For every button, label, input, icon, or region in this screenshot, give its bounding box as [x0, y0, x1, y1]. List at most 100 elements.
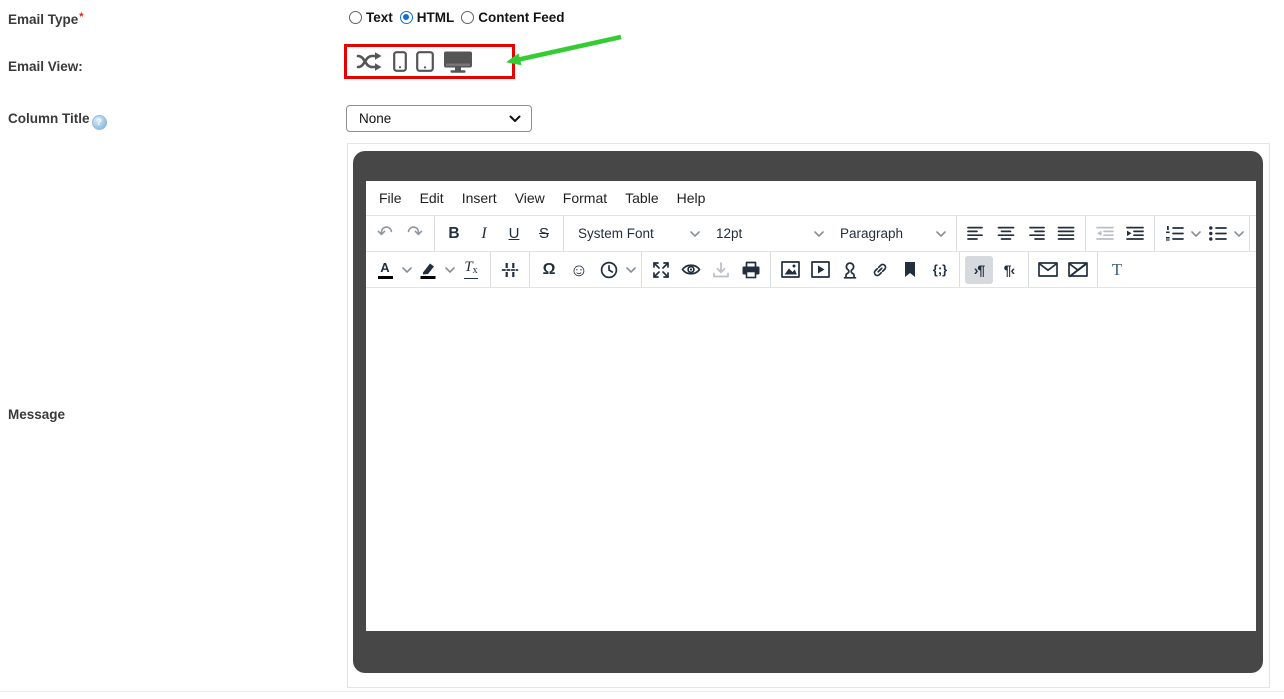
underline-icon: U	[509, 225, 520, 242]
outdent-button[interactable]	[1091, 220, 1119, 248]
shuffle-button[interactable]	[356, 51, 384, 72]
font-family-select[interactable]: System Font	[570, 220, 704, 248]
redo-button[interactable]: ↷	[401, 220, 429, 248]
page-bottom-divider	[0, 691, 1284, 692]
menu-insert[interactable]: Insert	[453, 185, 506, 211]
chevron-down-icon	[936, 231, 946, 237]
text-color-button[interactable]: A	[371, 256, 399, 284]
link-icon	[871, 261, 889, 279]
editor-toolbar-row1: ↶ ↷ B I U S System Font	[366, 216, 1256, 252]
rtl-button[interactable]: ¶‹	[995, 256, 1023, 284]
radio-option-content-feed-label[interactable]: Content Feed	[478, 10, 564, 25]
text-color-options-button[interactable]	[400, 256, 413, 284]
fullscreen-button[interactable]	[647, 256, 675, 284]
email-view-label: Email View:	[8, 59, 83, 74]
menu-format[interactable]: Format	[554, 185, 616, 211]
clear-formatting-icon: Tx	[464, 260, 477, 279]
code-sample-button[interactable]: {;}	[926, 256, 954, 284]
editor-toolbar-row2: A	[366, 252, 1256, 288]
print-button[interactable]	[737, 256, 765, 284]
link-button[interactable]	[866, 256, 894, 284]
ltr-button[interactable]: ›¶	[965, 256, 993, 284]
emoticon-button[interactable]: ☺	[565, 256, 593, 284]
email-type-label: Email Type*	[8, 11, 84, 27]
bookmark-icon	[903, 261, 917, 278]
radio-option-html[interactable]: HTML	[400, 10, 455, 25]
insert-datetime-button[interactable]	[595, 256, 623, 284]
horizontal-rule-button[interactable]	[496, 256, 524, 284]
save-button[interactable]	[707, 256, 735, 284]
align-justify-icon	[1057, 226, 1075, 241]
strikethrough-button[interactable]: S	[530, 220, 558, 248]
bullet-list-options-button[interactable]	[1232, 220, 1245, 248]
radio-icon[interactable]	[461, 11, 474, 24]
desktop-view-button[interactable]	[443, 51, 473, 73]
message-label: Message	[8, 407, 65, 422]
preview-button[interactable]	[677, 256, 705, 284]
radio-option-text[interactable]: Text	[349, 10, 393, 25]
direction-group: ›¶ ¶‹	[960, 252, 1029, 287]
mobile-view-button[interactable]	[393, 51, 407, 72]
special-character-button[interactable]: Ω	[535, 256, 563, 284]
menu-file[interactable]: File	[370, 185, 411, 211]
indent-icon	[1126, 226, 1144, 241]
radio-option-text-label[interactable]: Text	[366, 10, 393, 25]
bookmark-button[interactable]	[896, 256, 924, 284]
highlight-color-options-button[interactable]	[443, 256, 456, 284]
annotation-arrow-icon	[500, 28, 628, 70]
anchor-icon	[841, 261, 859, 279]
horizontal-rule-icon	[501, 261, 519, 279]
help-icon[interactable]: ?	[92, 115, 107, 130]
align-justify-button[interactable]	[1052, 220, 1080, 248]
editor-content-area[interactable]	[366, 288, 1256, 631]
text-icon: T	[1112, 260, 1122, 280]
monitor-icon	[443, 51, 473, 73]
align-left-button[interactable]	[962, 220, 990, 248]
media-button[interactable]	[806, 256, 834, 284]
font-size-select[interactable]: 12pt	[708, 220, 828, 248]
underline-button[interactable]: U	[500, 220, 528, 248]
highlight-color-button[interactable]	[414, 256, 442, 284]
menu-help[interactable]: Help	[668, 185, 715, 211]
menu-view[interactable]: View	[506, 185, 554, 211]
italic-button[interactable]: I	[470, 220, 498, 248]
email-button[interactable]	[1034, 256, 1062, 284]
radio-option-html-label[interactable]: HTML	[417, 10, 455, 25]
fullscreen-icon	[652, 261, 670, 279]
image-icon	[781, 261, 800, 278]
shuffle-icon	[356, 51, 384, 72]
indent-button[interactable]	[1121, 220, 1149, 248]
bullet-list-button[interactable]	[1203, 220, 1231, 248]
menu-edit[interactable]: Edit	[411, 185, 453, 211]
undo-button[interactable]: ↶	[371, 220, 399, 248]
editor-menubar: File Edit Insert View Format Table Help	[366, 181, 1256, 216]
align-center-button[interactable]	[992, 220, 1020, 248]
numbered-list-options-button[interactable]	[1189, 220, 1202, 248]
highlight-color-icon	[419, 261, 437, 279]
undo-icon: ↶	[377, 224, 393, 243]
align-group	[957, 216, 1086, 251]
column-title-select-value: None	[359, 111, 509, 126]
numbered-list-button[interactable]	[1160, 220, 1188, 248]
italic-icon: I	[481, 225, 486, 243]
tablet-view-button[interactable]	[416, 51, 434, 72]
text-token-button[interactable]: T	[1103, 256, 1131, 284]
clear-formatting-button[interactable]: Tx	[457, 256, 485, 284]
insert-datetime-options-button[interactable]	[624, 256, 637, 284]
block-format-select[interactable]: Paragraph	[832, 220, 950, 248]
email-off-button[interactable]	[1064, 256, 1092, 284]
radio-icon[interactable]	[349, 11, 362, 24]
email-type-label-text: Email Type	[8, 12, 78, 27]
align-right-button[interactable]	[1022, 220, 1050, 248]
align-left-icon	[967, 226, 985, 241]
strikethrough-icon: S	[539, 225, 549, 242]
align-right-icon	[1027, 226, 1045, 241]
menu-table[interactable]: Table	[616, 185, 667, 211]
bold-button[interactable]: B	[440, 220, 468, 248]
image-button[interactable]	[776, 256, 804, 284]
column-title-select[interactable]: None	[346, 105, 532, 132]
code-sample-icon: {;}	[933, 262, 947, 277]
radio-checked-icon[interactable]	[400, 11, 413, 24]
radio-option-content-feed[interactable]: Content Feed	[461, 10, 564, 25]
anchor-button[interactable]	[836, 256, 864, 284]
